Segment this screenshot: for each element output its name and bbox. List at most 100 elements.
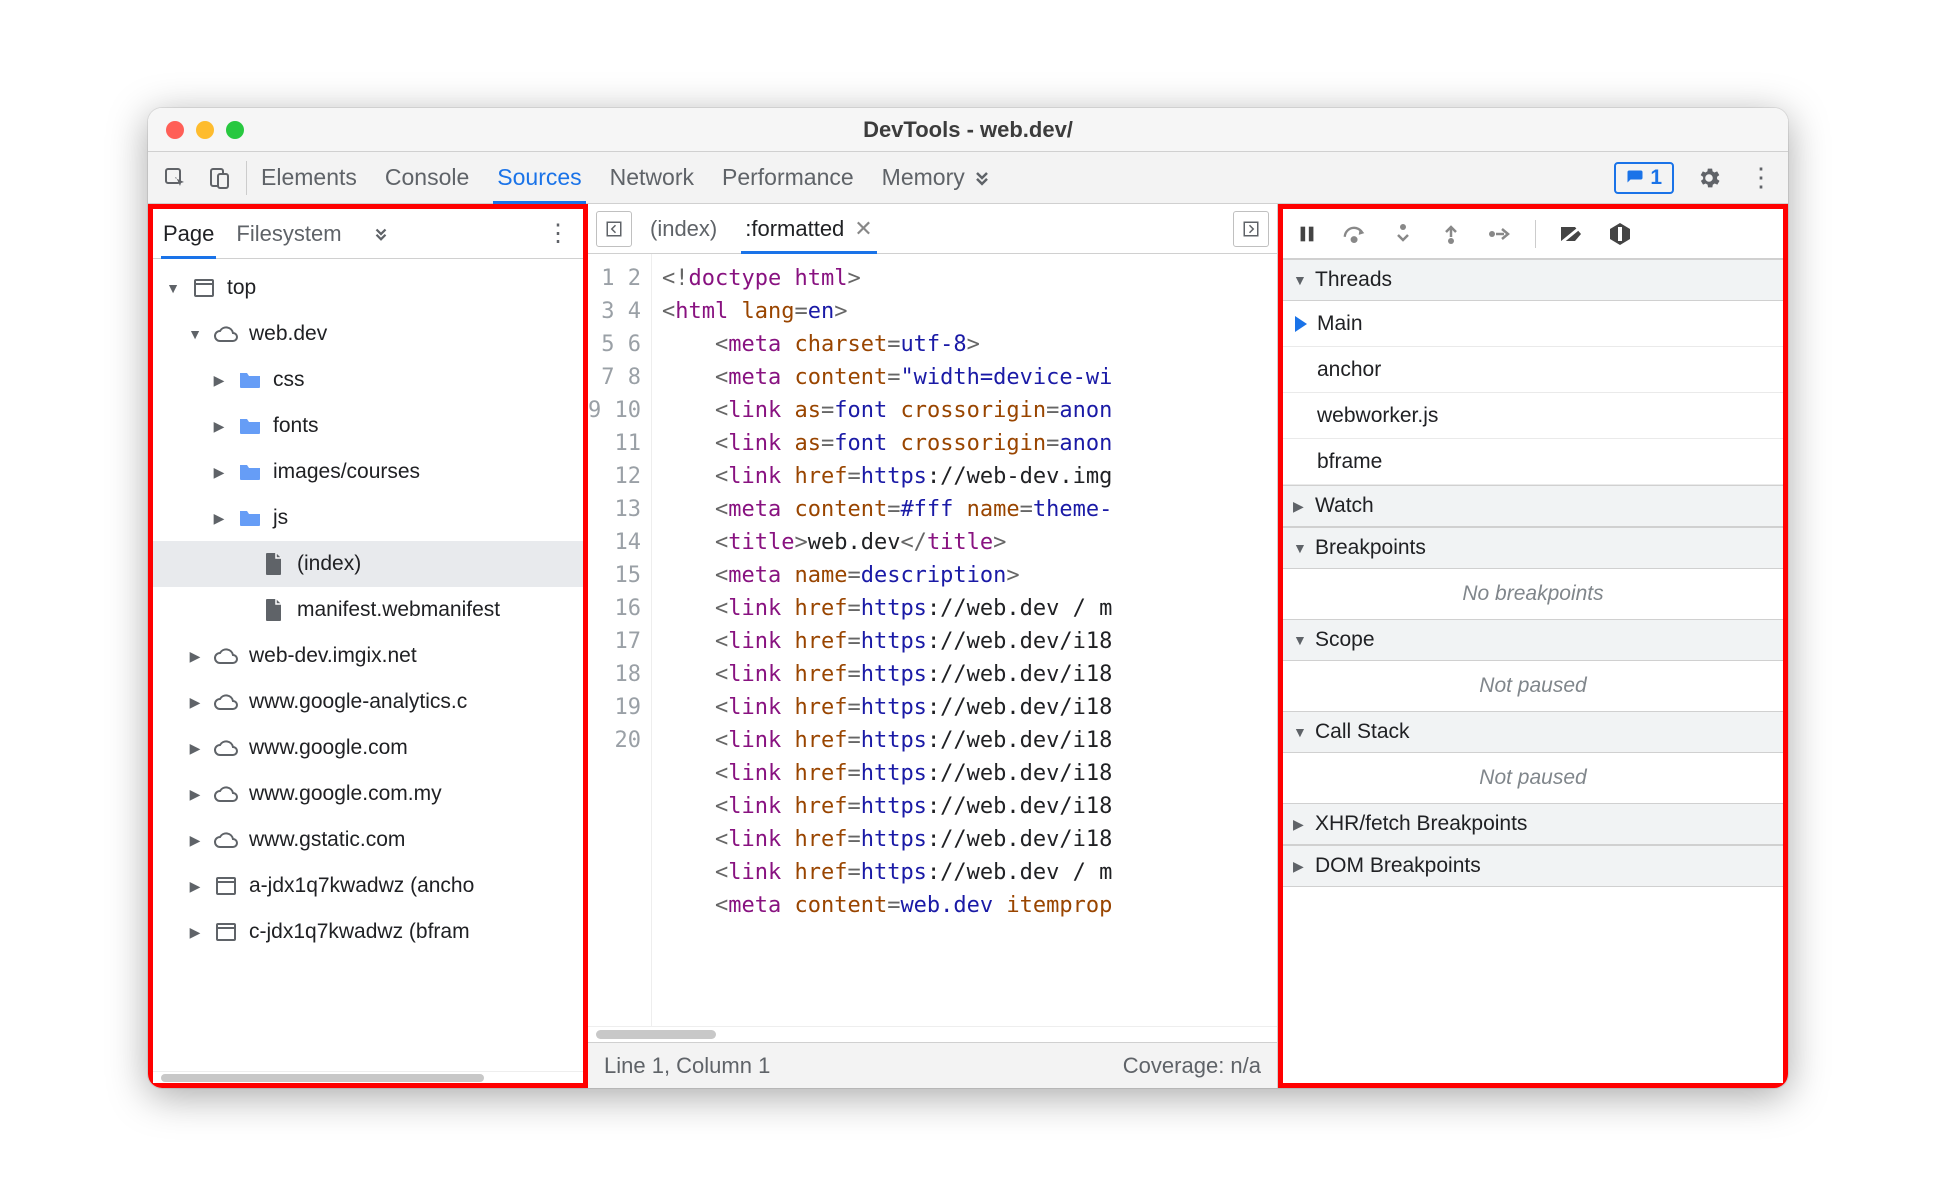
code-content[interactable]: <!doctype html> <html lang=en> <meta cha…	[652, 254, 1277, 1026]
section-scope[interactable]: ▼Scope	[1283, 619, 1783, 661]
section-dom-breakpoints[interactable]: ▶DOM Breakpoints	[1283, 845, 1783, 887]
thread-row[interactable]: anchor	[1283, 347, 1783, 393]
file-tree[interactable]: ▼top▼web.dev▶css▶fonts▶images/courses▶js…	[153, 259, 583, 1071]
window-title: DevTools - web.dev/	[148, 117, 1788, 143]
navigator-more-tabs-icon[interactable]	[364, 225, 398, 243]
section-breakpoints[interactable]: ▼Breakpoints	[1283, 527, 1783, 569]
cloud-icon	[213, 735, 239, 761]
cloud-icon	[213, 643, 239, 669]
file-icon	[261, 551, 287, 577]
tree-node-label: www.google.com.my	[249, 782, 442, 806]
tree-node[interactable]: ▶web-dev.imgix.net	[153, 633, 583, 679]
tree-node[interactable]: ▼top	[153, 265, 583, 311]
devtools-window: DevTools - web.dev/ Elements Console Sourc…	[148, 108, 1788, 1088]
navigator-pane: PageFilesystem ⋮ ▼top▼web.dev▶css▶fonts▶…	[148, 204, 588, 1088]
tab-performance[interactable]: Performance	[722, 152, 854, 203]
folder-icon	[237, 505, 263, 531]
debugger-sections: ▼ThreadsMainanchorwebworker.jsbframe▶Wat…	[1283, 259, 1783, 1083]
more-tabs-icon[interactable]	[965, 168, 999, 188]
tree-node-label: c-jdx1q7kwadwz (bfram	[249, 920, 470, 944]
tree-node[interactable]: ▶fonts	[153, 403, 583, 449]
navigator-tabs: Page Filesystem ⋮	[153, 209, 583, 259]
navigator-menu-icon[interactable]: ⋮	[543, 219, 573, 248]
folder-icon	[237, 459, 263, 485]
tree-node-label: www.google-analytics.c	[249, 690, 467, 714]
editor-horizontal-scrollbar[interactable]	[588, 1026, 1277, 1042]
file-icon	[261, 597, 287, 623]
settings-icon[interactable]	[1692, 161, 1726, 195]
tree-node-label: web-dev.imgix.net	[249, 644, 417, 668]
editor-statusbar: Line 1, Column 1 Coverage: n/a	[588, 1042, 1277, 1088]
main-toolbar: Elements Console Sources Network Performance…	[148, 152, 1788, 204]
deactivate-breakpoints-icon[interactable]	[1558, 220, 1586, 248]
editor-tabs: (index) :formatted✕	[588, 204, 1277, 254]
section-threads[interactable]: ▼Threads	[1283, 259, 1783, 301]
issues-badge[interactable]: 1	[1614, 162, 1674, 194]
step-into-icon[interactable]	[1389, 220, 1417, 248]
editor-tab[interactable]: :formatted✕	[745, 204, 872, 253]
tree-node-label: css	[273, 368, 305, 392]
tab-elements[interactable]: Elements	[261, 152, 357, 203]
tree-node[interactable]: ▶c-jdx1q7kwadwz (bfram	[153, 909, 583, 955]
frame-icon	[191, 275, 217, 301]
close-tab-icon[interactable]: ✕	[854, 216, 872, 242]
cloud-icon	[213, 781, 239, 807]
tree-node[interactable]: ▶a-jdx1q7kwadwz (ancho	[153, 863, 583, 909]
device-toolbar-icon[interactable]	[202, 161, 236, 195]
tree-node[interactable]: ▼web.dev	[153, 311, 583, 357]
debugger-pane: ▼ThreadsMainanchorwebworker.jsbframe▶Wat…	[1278, 204, 1788, 1088]
titlebar: DevTools - web.dev/	[148, 108, 1788, 152]
issues-count: 1	[1650, 166, 1662, 190]
editor-tab[interactable]: (index)	[650, 204, 717, 253]
tab-sources[interactable]: Sources	[497, 152, 581, 203]
pause-icon[interactable]	[1293, 220, 1321, 248]
tree-node-label: www.google.com	[249, 736, 408, 760]
tree-node[interactable]: ▶www.google.com.my	[153, 771, 583, 817]
coverage-status: Coverage: n/a	[1123, 1053, 1261, 1079]
tab-console[interactable]: Console	[385, 152, 469, 203]
kebab-menu-icon[interactable]: ⋮	[1744, 161, 1778, 195]
line-gutter: 1 2 3 4 5 6 7 8 9 10 11 12 13 14 15 16 1…	[588, 254, 652, 1026]
nav-history-back-icon[interactable]	[596, 211, 632, 247]
tree-node[interactable]: (index)	[153, 541, 583, 587]
step-over-icon[interactable]	[1341, 220, 1369, 248]
section-call-stack[interactable]: ▼Call Stack	[1283, 711, 1783, 753]
tree-node-label: images/courses	[273, 460, 420, 484]
nav-history-forward-icon[interactable]	[1233, 211, 1269, 247]
tree-node[interactable]: ▶www.google-analytics.c	[153, 679, 583, 725]
thread-row[interactable]: bframe	[1283, 439, 1783, 485]
tree-node[interactable]: ▶images/courses	[153, 449, 583, 495]
tab-network[interactable]: Network	[610, 152, 694, 203]
tree-node-label: fonts	[273, 414, 319, 438]
code-editor[interactable]: 1 2 3 4 5 6 7 8 9 10 11 12 13 14 15 16 1…	[588, 254, 1277, 1026]
step-out-icon[interactable]	[1437, 220, 1465, 248]
tree-node[interactable]: ▶css	[153, 357, 583, 403]
thread-row[interactable]: Main	[1283, 301, 1783, 347]
frame-icon	[213, 919, 239, 945]
cloud-icon	[213, 689, 239, 715]
tree-horizontal-scrollbar[interactable]	[153, 1071, 583, 1083]
editor-pane: (index) :formatted✕ 1 2 3 4 5 6 7 8 9 10 …	[588, 204, 1278, 1088]
navigator-tab-page[interactable]: Page	[163, 209, 214, 258]
cloud-icon	[213, 827, 239, 853]
panel-tabs: Elements Console Sources Network Performance…	[261, 152, 965, 203]
inspect-element-icon[interactable]	[158, 161, 192, 195]
tree-node-label: js	[273, 506, 288, 530]
step-icon[interactable]	[1485, 220, 1513, 248]
navigator-tab-filesystem[interactable]: Filesystem	[236, 209, 341, 258]
pause-on-exceptions-icon[interactable]	[1606, 220, 1634, 248]
tree-node[interactable]: ▶www.google.com	[153, 725, 583, 771]
tab-memory[interactable]: Memory	[882, 152, 965, 203]
tree-node[interactable]: manifest.webmanifest	[153, 587, 583, 633]
section-xhr-fetch-breakpoints[interactable]: ▶XHR/fetch Breakpoints	[1283, 803, 1783, 845]
thread-row[interactable]: webworker.js	[1283, 393, 1783, 439]
section-watch[interactable]: ▶Watch	[1283, 485, 1783, 527]
tree-node-label: www.gstatic.com	[249, 828, 405, 852]
section-empty-text: No breakpoints	[1283, 569, 1783, 619]
tree-node-label: manifest.webmanifest	[297, 598, 500, 622]
frame-icon	[213, 873, 239, 899]
section-empty-text: Not paused	[1283, 753, 1783, 803]
tree-node[interactable]: ▶www.gstatic.com	[153, 817, 583, 863]
tree-node[interactable]: ▶js	[153, 495, 583, 541]
folder-icon	[237, 367, 263, 393]
